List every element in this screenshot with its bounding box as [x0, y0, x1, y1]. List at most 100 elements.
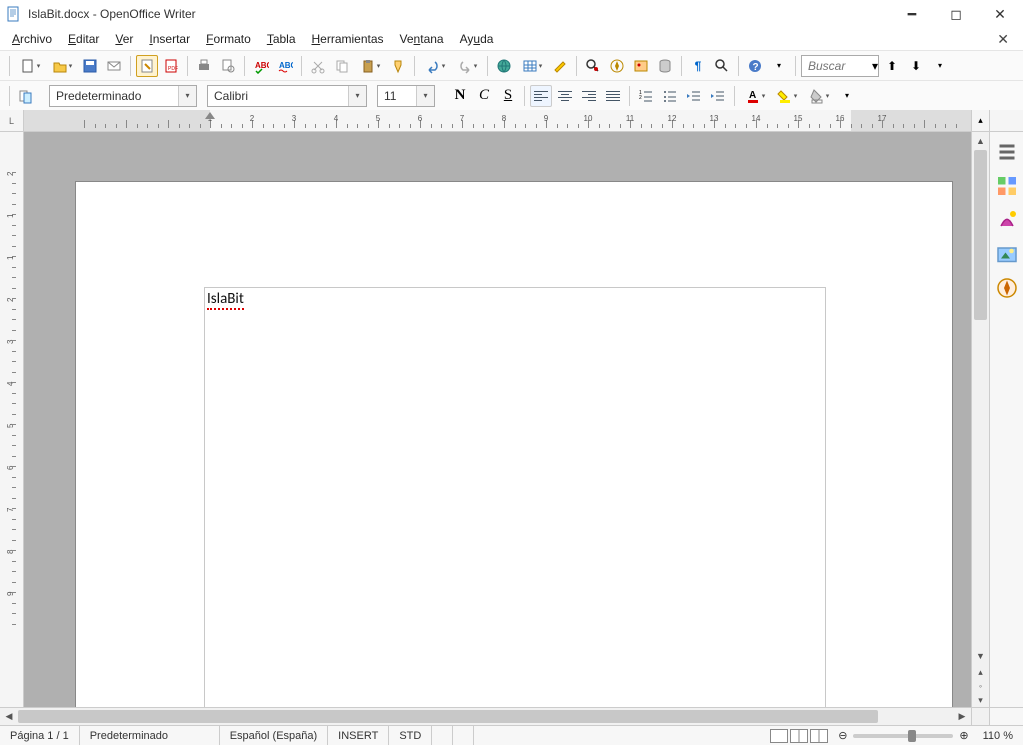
status-insert[interactable]: INSERT — [328, 726, 389, 745]
hyperlink-button[interactable] — [493, 55, 515, 77]
sidebar-toggle-icon[interactable] — [995, 140, 1019, 164]
next-page-button[interactable]: ▾ — [972, 693, 989, 707]
zoom-slider[interactable] — [853, 734, 953, 738]
search-next-button[interactable]: ⬇ — [905, 55, 927, 77]
menu-ventana[interactable]: Ventana — [394, 30, 450, 48]
styles-window-button[interactable] — [15, 85, 37, 107]
menu-insertar[interactable]: Insertar — [143, 30, 196, 48]
toolbar-more-button[interactable]: ▾ — [768, 55, 790, 77]
font-color-button[interactable]: A — [740, 85, 770, 107]
copy-button[interactable] — [331, 55, 353, 77]
print-button[interactable] — [193, 55, 215, 77]
zoom-control[interactable]: ⊖ ⊕ — [834, 726, 972, 745]
find-replace-button[interactable] — [582, 55, 604, 77]
hscroll-track[interactable] — [18, 708, 953, 725]
table-button[interactable] — [517, 55, 547, 77]
menu-ayuda[interactable]: Ayuda — [454, 30, 500, 48]
horizontal-ruler[interactable]: 1234567891011121314151617 — [24, 110, 971, 131]
navigation-button[interactable]: ◦ — [972, 679, 989, 693]
minimize-button[interactable]: ━ — [899, 4, 925, 24]
vertical-ruler[interactable]: 21123456789 — [0, 132, 24, 707]
edit-mode-button[interactable] — [136, 55, 158, 77]
zoom-slider-knob[interactable] — [908, 730, 916, 742]
scroll-right-button[interactable]: ▶ — [953, 708, 971, 725]
paste-button[interactable] — [355, 55, 385, 77]
nonprinting-button[interactable]: ¶ — [687, 55, 709, 77]
menu-archivo[interactable]: Archivo — [6, 30, 58, 48]
new-doc-button[interactable] — [15, 55, 45, 77]
align-justify-button[interactable] — [602, 85, 624, 107]
help-button[interactable]: ? — [744, 55, 766, 77]
bold-button[interactable]: N — [449, 85, 471, 107]
search-box[interactable]: ▾ — [801, 55, 879, 77]
ruler-end-arrow[interactable]: ▴ — [971, 110, 989, 131]
gallery-panel-icon[interactable] — [995, 242, 1019, 266]
search-dropdown-button[interactable]: ▾ — [872, 59, 878, 73]
align-right-button[interactable] — [578, 85, 600, 107]
font-name-combo[interactable]: Calibri ▾ — [207, 85, 367, 107]
vscroll-thumb[interactable] — [974, 150, 987, 320]
menu-editar[interactable]: Editar — [62, 30, 105, 48]
font-size-combo[interactable]: 11 ▾ — [377, 85, 435, 107]
styles-panel-icon[interactable] — [995, 208, 1019, 232]
document-close-button[interactable]: ✕ — [989, 31, 1017, 48]
datasources-button[interactable] — [654, 55, 676, 77]
cut-button[interactable] — [307, 55, 329, 77]
multi-page-view-button[interactable] — [790, 729, 808, 743]
zoom-button[interactable] — [711, 55, 733, 77]
navigator-button[interactable] — [606, 55, 628, 77]
document-canvas[interactable]: IslaBit — [24, 132, 971, 707]
scroll-down-button[interactable]: ▼ — [972, 647, 989, 665]
close-button[interactable]: ✕ — [987, 4, 1013, 24]
status-selection-mode[interactable]: STD — [389, 726, 432, 745]
menu-herramientas[interactable]: Herramientas — [306, 30, 390, 48]
undo-button[interactable] — [420, 55, 450, 77]
print-preview-button[interactable] — [217, 55, 239, 77]
scroll-up-button[interactable]: ▲ — [972, 132, 989, 150]
italic-button[interactable]: C — [473, 85, 495, 107]
paragraph-style-arrow[interactable]: ▾ — [178, 86, 196, 106]
vertical-scrollbar[interactable]: ▲ ▼ — [971, 132, 989, 665]
status-language[interactable]: Español (España) — [220, 726, 328, 745]
zoom-in-icon[interactable]: ⊕ — [959, 729, 968, 742]
menu-formato[interactable]: Formato — [200, 30, 257, 48]
prev-page-button[interactable]: ▴ — [972, 665, 989, 679]
paragraph-style-combo[interactable]: Predeterminado ▾ — [49, 85, 197, 107]
decrease-indent-button[interactable] — [683, 85, 705, 107]
toolbar-more-button-2[interactable]: ▾ — [836, 85, 858, 107]
scroll-left-button[interactable]: ◀ — [0, 708, 18, 725]
search-input[interactable] — [802, 59, 872, 73]
zoom-value[interactable]: 110 % — [973, 726, 1023, 745]
underline-button[interactable]: S — [497, 85, 519, 107]
save-button[interactable] — [79, 55, 101, 77]
properties-panel-icon[interactable] — [995, 174, 1019, 198]
menu-tabla[interactable]: Tabla — [261, 30, 302, 48]
vscroll-track[interactable] — [972, 150, 989, 647]
single-page-view-button[interactable] — [770, 729, 788, 743]
bullet-list-button[interactable] — [659, 85, 681, 107]
status-page[interactable]: Página 1 / 1 — [0, 726, 80, 745]
menu-ver[interactable]: Ver — [109, 30, 139, 48]
format-paintbrush-button[interactable] — [387, 55, 409, 77]
maximize-button[interactable]: ◻ — [943, 4, 969, 24]
open-button[interactable] — [47, 55, 77, 77]
book-view-button[interactable] — [810, 729, 828, 743]
gallery-button[interactable] — [630, 55, 652, 77]
show-draw-button[interactable] — [549, 55, 571, 77]
autospellcheck-button[interactable]: ABC — [274, 55, 296, 77]
spellcheck-button[interactable]: ABC — [250, 55, 272, 77]
hscroll-thumb[interactable] — [18, 710, 878, 723]
font-size-arrow[interactable]: ▾ — [416, 86, 434, 106]
increase-indent-button[interactable] — [707, 85, 729, 107]
status-style[interactable]: Predeterminado — [80, 726, 220, 745]
font-name-arrow[interactable]: ▾ — [348, 86, 366, 106]
background-color-button[interactable] — [804, 85, 834, 107]
find-toolbar-more-button[interactable]: ▾ — [929, 55, 951, 77]
numbered-list-button[interactable]: 12 — [635, 85, 657, 107]
redo-button[interactable] — [452, 55, 482, 77]
export-pdf-button[interactable]: PDF — [160, 55, 182, 77]
zoom-out-icon[interactable]: ⊖ — [838, 729, 847, 742]
align-left-button[interactable] — [530, 85, 552, 107]
document-content[interactable]: IslaBit — [207, 290, 244, 308]
navigator-panel-icon[interactable] — [995, 276, 1019, 300]
